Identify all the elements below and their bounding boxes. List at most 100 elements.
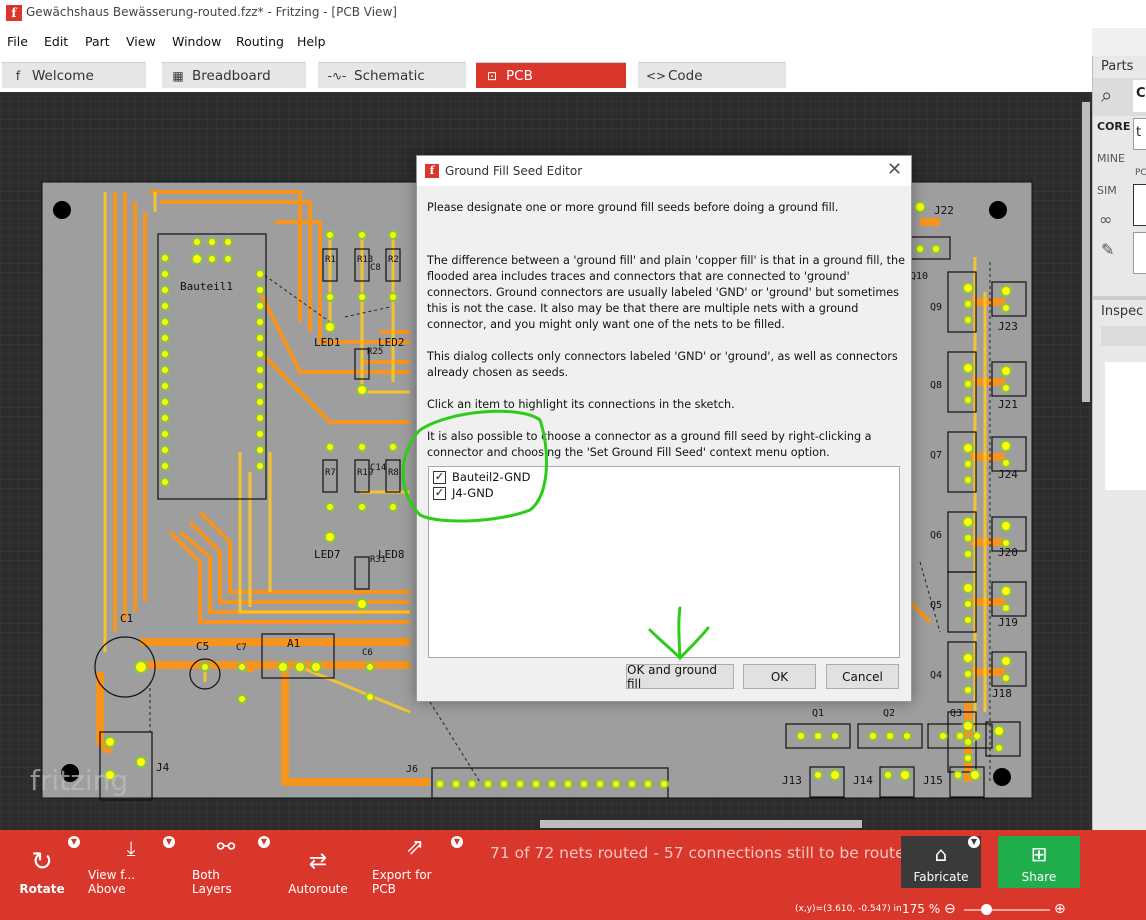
pcb-label: J13: [782, 774, 802, 787]
both-layers-label: Both Layers: [192, 868, 232, 896]
seed-checkbox[interactable]: ✓: [433, 486, 446, 500]
pcb-label: R1: [325, 255, 336, 265]
chevron-down-icon[interactable]: ▼: [258, 836, 270, 848]
tab-breadboard[interactable]: ▦ Breadboard: [162, 62, 306, 88]
pcb-label: J18: [992, 687, 1012, 700]
view-from-above-icon: ⤓: [126, 836, 136, 860]
share-label: Share: [1021, 870, 1057, 884]
menu-window[interactable]: Window: [172, 34, 221, 49]
dialog-title-bar: f Ground Fill Seed Editor ✕: [417, 156, 911, 186]
dialog-intro-text: Please designate one or more ground fill…: [427, 201, 839, 214]
menu-help[interactable]: Help: [297, 34, 326, 49]
pcb-label: Q4: [930, 670, 942, 681]
zoom-in-icon[interactable]: ⊕: [1054, 901, 1066, 917]
routing-status: 71 of 72 nets routed - 57 connections st…: [490, 844, 915, 862]
menu-routing[interactable]: Routing: [236, 34, 284, 49]
pcb-label: Q10: [910, 271, 928, 282]
export-for-pcb-button[interactable]: ⇗ Export for PCB: [372, 835, 458, 896]
status-bar: (x,y)=(3.610, -0.547) in 175 % ⊖ ⊕: [0, 900, 1146, 920]
factory-icon: ⌂: [934, 842, 948, 866]
ok-button[interactable]: OK: [743, 664, 816, 689]
seed-list[interactable]: ✓ Bauteil2-GND ✓ J4-GND: [428, 466, 900, 658]
list-item[interactable]: ✓ Bauteil2-GND: [433, 470, 530, 484]
pcb-icon: ⊡: [486, 68, 498, 83]
tab-pcb[interactable]: ⊡ PCB: [476, 62, 626, 88]
autoroute-label: Autoroute: [288, 882, 348, 896]
menu-file[interactable]: File: [7, 34, 28, 49]
chevron-down-icon[interactable]: ▼: [968, 836, 980, 848]
layers-icon: ⚯: [216, 835, 236, 860]
horizontal-scrollbar[interactable]: [540, 820, 862, 828]
menu-edit[interactable]: Edit: [44, 34, 68, 49]
bin-mine[interactable]: MINE: [1097, 152, 1125, 165]
menu-part[interactable]: Part: [85, 34, 110, 49]
tab-label: Code: [668, 67, 703, 84]
pcb-label: R7: [325, 468, 336, 478]
panel-splitter[interactable]: [1093, 296, 1146, 300]
inspector-header: [1101, 326, 1146, 346]
pcb-label: R25: [367, 347, 383, 357]
export-icon: ⇗: [405, 835, 425, 860]
rotate-button[interactable]: ↻ Rotate: [14, 836, 70, 896]
pcb-label: C8: [370, 263, 381, 273]
dialog-context-menu-text: It is also possible to choose a connecto…: [427, 430, 872, 459]
pcb-label: Q2: [883, 708, 895, 719]
export-label: Export for PCB: [372, 868, 432, 896]
zoom-slider[interactable]: [964, 904, 1050, 915]
both-layers-button[interactable]: ⚯ Both Layers: [192, 835, 260, 896]
pcb-label: J23: [998, 320, 1018, 333]
pcb-label: Q9: [930, 302, 942, 313]
schematic-icon: -∿-: [327, 68, 347, 83]
pcb-label: LED7: [314, 548, 341, 561]
chevron-down-icon[interactable]: ▼: [451, 836, 463, 848]
part-thumbnail[interactable]: [1133, 184, 1146, 226]
tab-label: Welcome: [32, 67, 94, 84]
pcb-label: J21: [998, 398, 1018, 411]
fritzing-watermark: fritzing: [30, 764, 128, 797]
list-item[interactable]: ✓ J4-GND: [433, 486, 494, 500]
pcb-label: R2: [388, 255, 399, 265]
view-from-label: View f... Above: [88, 868, 136, 896]
bin-core[interactable]: CORE: [1097, 120, 1130, 133]
pcb-label: Q5: [930, 600, 942, 611]
bin-pcb[interactable]: PCB: [1135, 168, 1146, 178]
rotate-label: Rotate: [19, 882, 65, 896]
chevron-down-icon[interactable]: ▼: [68, 836, 80, 848]
part-thumbnail[interactable]: [1133, 232, 1146, 274]
pcb-label: Q8: [930, 380, 942, 391]
tab-label: PCB: [506, 67, 533, 84]
seed-checkbox[interactable]: ✓: [433, 470, 446, 484]
tool-icon[interactable]: ✎: [1101, 240, 1114, 259]
tab-code[interactable]: <> Code: [638, 62, 786, 88]
zoom-slider-handle[interactable]: [980, 904, 992, 915]
close-icon[interactable]: ✕: [887, 159, 902, 180]
ground-fill-seed-dialog: f Ground Fill Seed Editor ✕ Please desig…: [416, 155, 912, 702]
fritzing-f-icon: f: [15, 68, 21, 83]
menu-view[interactable]: View: [126, 34, 156, 49]
vertical-scrollbar[interactable]: [1082, 102, 1090, 402]
infinity-icon[interactable]: ∞: [1099, 210, 1112, 229]
tab-welcome[interactable]: f Welcome: [2, 62, 146, 88]
parts-panel-title: Parts: [1101, 59, 1134, 74]
pcb-label: J4: [156, 761, 170, 774]
pcb-label: Q6: [930, 530, 942, 541]
view-from-above-button[interactable]: ⤓ View f... Above: [88, 836, 174, 896]
bin-sim[interactable]: SIM: [1097, 184, 1117, 197]
chevron-down-icon[interactable]: ▼: [163, 836, 175, 848]
tab-schematic[interactable]: -∿- Schematic: [318, 62, 466, 88]
seed-label: Bauteil2-GND: [452, 470, 531, 484]
pcb-label: Q1: [812, 708, 824, 719]
cancel-button[interactable]: Cancel: [826, 664, 899, 689]
zoom-out-icon[interactable]: ⊖: [944, 901, 956, 917]
autoroute-button[interactable]: ⇄ Autoroute: [288, 836, 348, 896]
share-button[interactable]: ⊞ Share: [998, 836, 1080, 888]
pcb-label: C1: [120, 612, 133, 625]
ok-and-ground-fill-button[interactable]: OK and ground fill: [626, 663, 734, 691]
parts-search-input[interactable]: t: [1133, 118, 1146, 150]
dialog-explanation-text: The difference between a 'ground fill' a…: [427, 254, 905, 331]
share-icon: ⊞: [1030, 842, 1048, 866]
seed-label: J4-GND: [452, 486, 494, 500]
pcb-label: J14: [853, 774, 873, 787]
search-icon[interactable]: ⌕: [1101, 83, 1112, 107]
code-icon: <>: [646, 68, 667, 83]
